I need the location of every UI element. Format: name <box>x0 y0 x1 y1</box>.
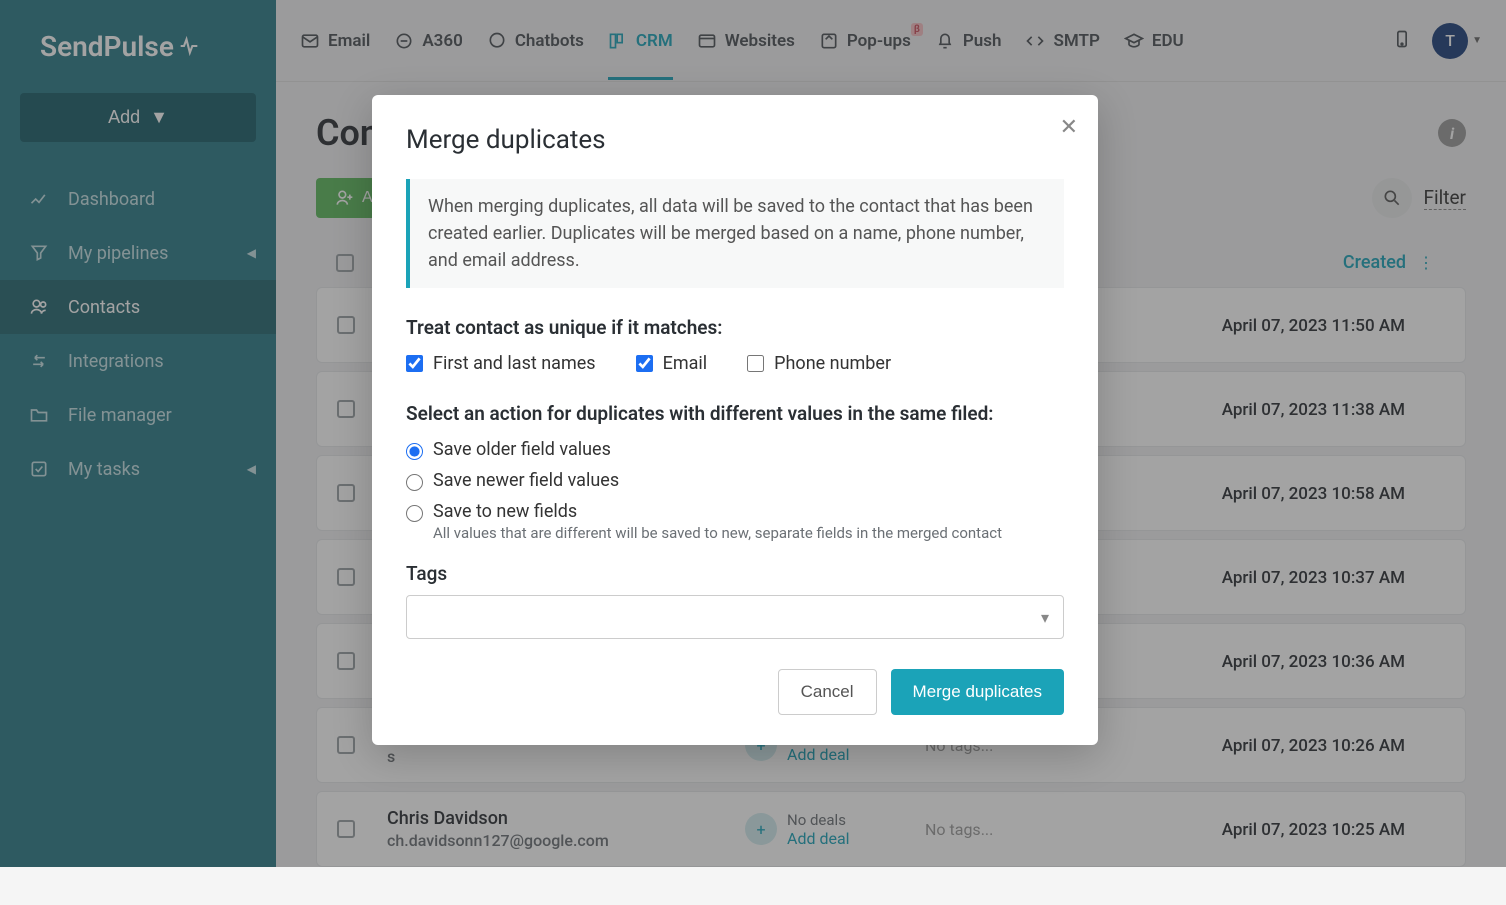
tags-label: Tags <box>406 562 1064 585</box>
radio-hint: All values that are different will be sa… <box>433 524 1002 542</box>
merge-button[interactable]: Merge duplicates <box>891 669 1064 715</box>
radio-input[interactable] <box>406 505 423 522</box>
check-label: Phone number <box>774 353 891 374</box>
radio-label: Save newer field values <box>433 470 619 491</box>
radio-option-0[interactable]: Save older field values <box>406 439 1064 460</box>
checkbox-input[interactable] <box>636 355 653 372</box>
unique-check-0[interactable]: First and last names <box>406 353 596 374</box>
radio-option-2[interactable]: Save to new fields All values that are di… <box>406 501 1064 542</box>
checkbox-input[interactable] <box>406 355 423 372</box>
cancel-button[interactable]: Cancel <box>778 669 877 715</box>
unique-check-2[interactable]: Phone number <box>747 353 891 374</box>
check-label: First and last names <box>433 353 596 374</box>
treat-unique-label: Treat contact as unique if it matches: <box>406 316 1064 339</box>
modal-info-banner: When merging duplicates, all data will b… <box>406 179 1064 288</box>
merge-duplicates-modal: ✕ Merge duplicates When merging duplicat… <box>372 95 1098 745</box>
checkbox-input[interactable] <box>747 355 764 372</box>
unique-check-1[interactable]: Email <box>636 353 708 374</box>
radio-input[interactable] <box>406 474 423 491</box>
radio-label: Save older field values <box>433 439 611 460</box>
check-label: Email <box>663 353 708 374</box>
caret-down-icon: ▾ <box>1041 608 1049 627</box>
radio-option-1[interactable]: Save newer field values <box>406 470 1064 491</box>
radio-input[interactable] <box>406 443 423 460</box>
radio-label: Save to new fields <box>433 501 1002 522</box>
close-icon[interactable]: ✕ <box>1060 115 1078 140</box>
tags-select[interactable]: ▾ <box>406 595 1064 639</box>
modal-title: Merge duplicates <box>406 125 1064 155</box>
action-label: Select an action for duplicates with dif… <box>406 402 1064 425</box>
